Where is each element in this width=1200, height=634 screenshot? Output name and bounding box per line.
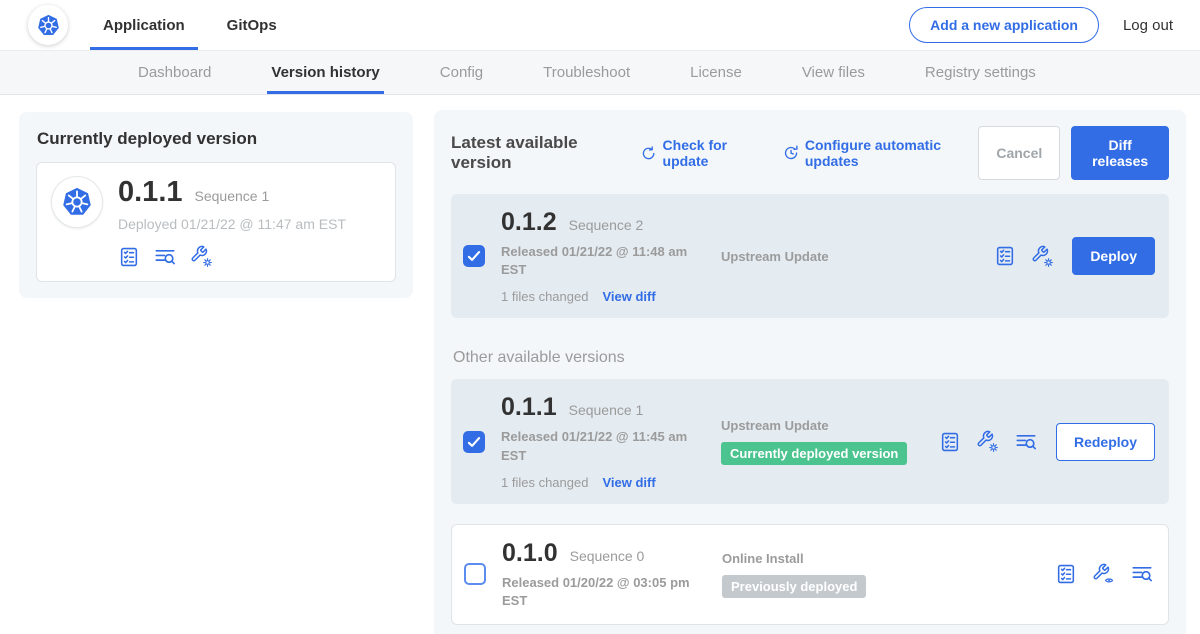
subnav-dashboard[interactable]: Dashboard bbox=[138, 51, 211, 94]
schedule-update-icon bbox=[783, 144, 799, 162]
deploy-button[interactable]: Deploy bbox=[1072, 237, 1155, 275]
version-checkbox[interactable] bbox=[463, 245, 485, 267]
files-changed-label: 1 files changed bbox=[501, 289, 588, 304]
latest-version-header: Latest available version Check for updat… bbox=[451, 126, 1169, 180]
edit-config-icon[interactable] bbox=[1031, 245, 1054, 268]
files-changed-label: 1 files changed bbox=[501, 475, 588, 490]
topnav-tabs: Application GitOps bbox=[90, 0, 306, 50]
version-checkbox[interactable] bbox=[463, 431, 485, 453]
view-diff-link[interactable]: View diff bbox=[602, 289, 655, 304]
logout-link[interactable]: Log out bbox=[1123, 17, 1173, 34]
sequence-label: Sequence 2 bbox=[569, 217, 644, 233]
refresh-icon bbox=[641, 145, 656, 162]
subnav-troubleshoot[interactable]: Troubleshoot bbox=[543, 51, 630, 94]
deployed-sequence-label: Sequence 1 bbox=[195, 188, 270, 204]
sequence-label: Sequence 1 bbox=[569, 402, 644, 418]
topnav-right: Add a new application Log out bbox=[909, 7, 1173, 43]
released-timestamp: Released 01/20/22 @ 03:05 pm EST bbox=[502, 574, 700, 610]
currently-deployed-badge: Currently deployed version bbox=[721, 442, 907, 465]
sequence-label: Sequence 0 bbox=[570, 548, 645, 564]
kubernetes-logo-icon bbox=[28, 5, 68, 45]
version-card-0-1-1: 0.1.1 Sequence 1 Released 01/21/22 @ 11:… bbox=[451, 379, 1169, 503]
latest-version-title: Latest available version bbox=[451, 133, 623, 173]
tab-application[interactable]: Application bbox=[90, 0, 198, 50]
deploy-logs-icon[interactable] bbox=[1014, 431, 1038, 453]
add-application-button[interactable]: Add a new application bbox=[909, 7, 1099, 43]
version-source-label: Upstream Update bbox=[721, 249, 994, 264]
currently-deployed-title: Currently deployed version bbox=[37, 129, 396, 149]
top-nav: Application GitOps Add a new application… bbox=[0, 0, 1200, 50]
released-timestamp: Released 01/21/22 @ 11:45 am EST bbox=[501, 428, 699, 464]
released-timestamp: Released 01/21/22 @ 11:48 am EST bbox=[501, 243, 699, 279]
deploy-logs-icon[interactable] bbox=[1130, 563, 1154, 585]
subnav-version-history[interactable]: Version history bbox=[271, 51, 379, 94]
deployed-timestamp: Deployed 01/21/22 @ 11:47 am EST bbox=[118, 216, 346, 232]
app-sub-nav: Dashboard Version history Config Trouble… bbox=[0, 50, 1200, 95]
redeploy-button[interactable]: Redeploy bbox=[1056, 423, 1155, 461]
version-card-0-1-2: 0.1.2 Sequence 2 Released 01/21/22 @ 11:… bbox=[451, 194, 1169, 318]
main-content: Currently deployed version 0.1.1 Sequenc… bbox=[0, 95, 1200, 634]
other-versions-title: Other available versions bbox=[453, 349, 1169, 367]
deploy-logs-icon[interactable] bbox=[153, 246, 177, 268]
subnav-license[interactable]: License bbox=[690, 51, 742, 94]
preflight-checks-icon[interactable] bbox=[1055, 563, 1077, 585]
check-for-update-link[interactable]: Check for update bbox=[641, 137, 764, 169]
version-number: 0.1.2 bbox=[501, 208, 557, 237]
version-history-panel: Latest available version Check for updat… bbox=[434, 110, 1186, 634]
version-source-label: Online Install bbox=[722, 551, 1055, 566]
view-diff-link[interactable]: View diff bbox=[602, 475, 655, 490]
configure-automatic-updates-link[interactable]: Configure automatic updates bbox=[783, 137, 979, 169]
subnav-registry-settings[interactable]: Registry settings bbox=[925, 51, 1036, 94]
currently-deployed-panel: Currently deployed version 0.1.1 Sequenc… bbox=[19, 112, 413, 298]
cancel-button[interactable]: Cancel bbox=[978, 126, 1060, 180]
preflight-checks-icon[interactable] bbox=[994, 245, 1016, 267]
edit-config-icon[interactable] bbox=[190, 245, 213, 268]
preflight-checks-icon[interactable] bbox=[118, 246, 140, 268]
deployed-version-card: 0.1.1 Sequence 1 Deployed 01/21/22 @ 11:… bbox=[36, 162, 396, 282]
preflight-checks-icon[interactable] bbox=[939, 431, 961, 453]
version-card-0-1-0: 0.1.0 Sequence 0 Released 01/20/22 @ 03:… bbox=[451, 524, 1169, 625]
edit-config-icon[interactable] bbox=[976, 430, 999, 453]
subnav-config[interactable]: Config bbox=[440, 51, 483, 94]
version-number: 0.1.1 bbox=[501, 393, 557, 422]
version-source-label: Upstream Update bbox=[721, 418, 939, 433]
subnav-view-files[interactable]: View files bbox=[802, 51, 865, 94]
app-icon bbox=[51, 176, 103, 228]
diff-releases-button[interactable]: Diff releases bbox=[1071, 126, 1169, 180]
deployed-version-number: 0.1.1 bbox=[118, 176, 183, 209]
version-number: 0.1.0 bbox=[502, 539, 558, 568]
previously-deployed-badge: Previously deployed bbox=[722, 575, 866, 598]
view-config-icon[interactable] bbox=[1092, 563, 1115, 586]
version-checkbox[interactable] bbox=[464, 563, 486, 585]
tab-gitops[interactable]: GitOps bbox=[214, 0, 290, 50]
